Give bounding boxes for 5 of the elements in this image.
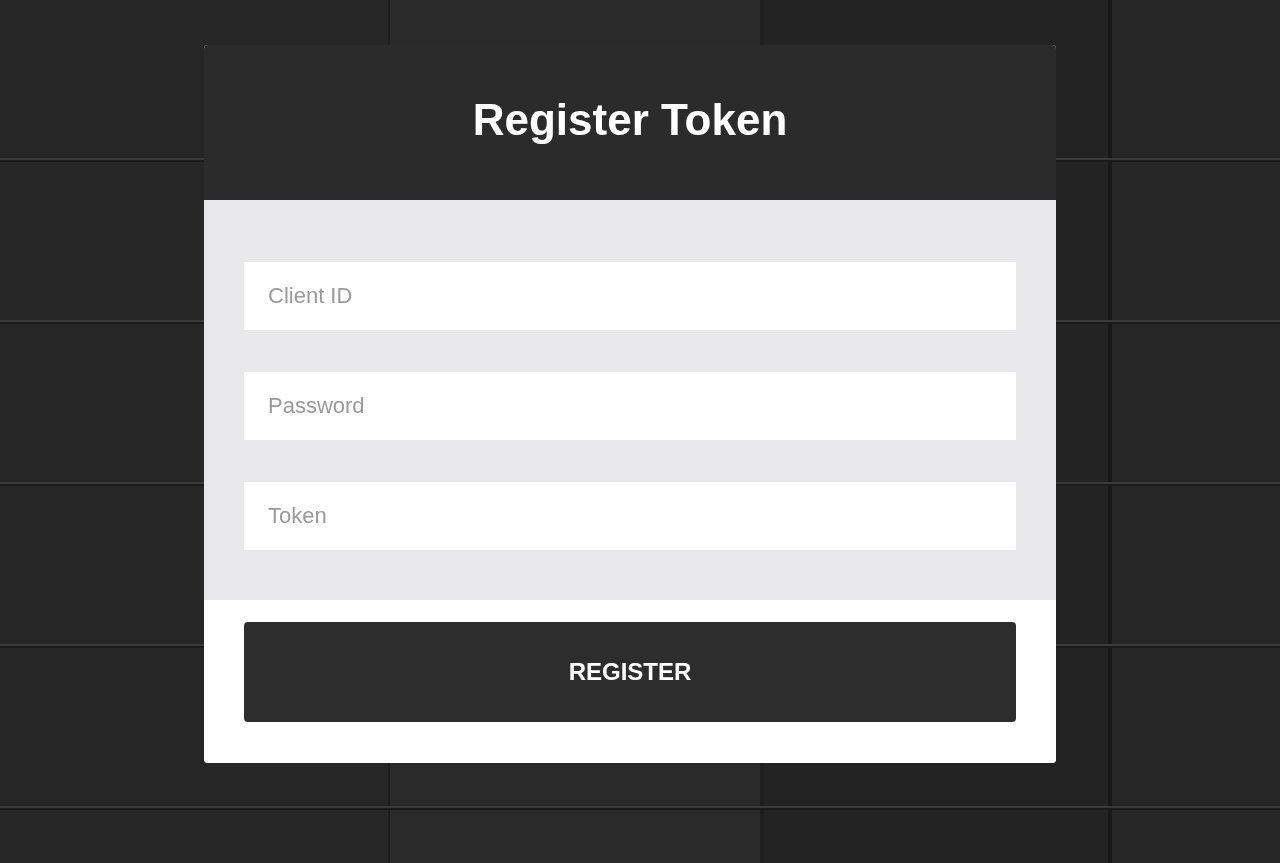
input-field[interactable]: Client ID — [244, 262, 1016, 330]
input-field[interactable]: Token — [244, 482, 1016, 550]
input-field[interactable]: Password — [244, 372, 1016, 440]
register-button[interactable]: REGISTER — [244, 622, 1016, 722]
form-title: Register Token — [472, 94, 788, 147]
